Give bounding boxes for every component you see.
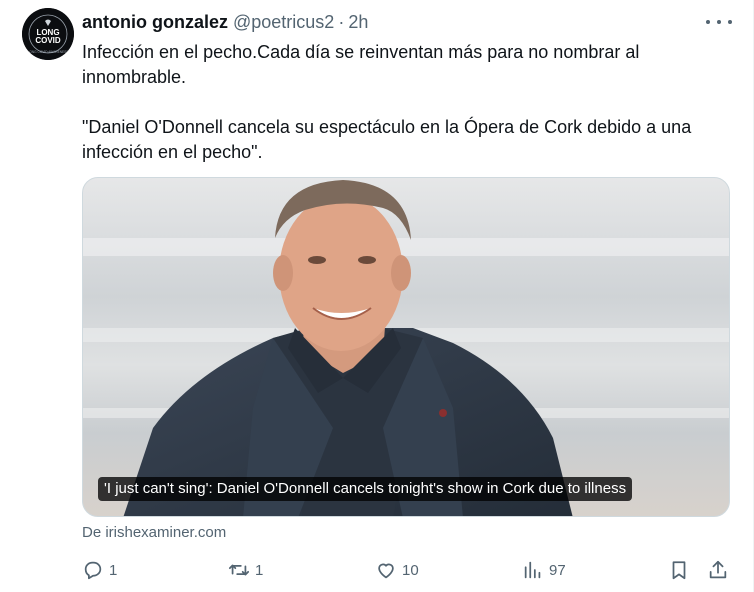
views-icon	[524, 561, 541, 579]
tweet[interactable]: LONG COVID LONG COVID AWARENESS antonio …	[0, 0, 754, 592]
avatar-text-2: COVID	[35, 36, 61, 45]
separator-dot: ·	[338, 11, 345, 32]
timestamp[interactable]: 2h	[348, 12, 368, 33]
retweet-button[interactable]: 1	[228, 556, 263, 584]
author-name[interactable]: antonio gonzalez	[82, 12, 228, 33]
action-bar: 1 1 10 97	[82, 556, 732, 584]
more-icon[interactable]	[706, 12, 732, 32]
card-image	[83, 178, 729, 516]
author-handle[interactable]: @poetricus2	[233, 12, 334, 33]
long-covid-logo: LONG COVID LONG COVID AWARENESS	[22, 8, 74, 60]
bookmark-icon	[672, 561, 686, 580]
tweet-header: antonio gonzalez @poetricus2 · 2h	[82, 10, 368, 34]
tweet-text: Infección en el pecho.Cada día se reinve…	[82, 40, 732, 165]
bookmark-button[interactable]	[668, 556, 690, 584]
reply-icon	[84, 561, 102, 580]
reply-count: 1	[109, 561, 118, 579]
retweet-count: 1	[255, 561, 264, 579]
link-card[interactable]: 'I just can't sing': Daniel O'Donnell ca…	[82, 177, 730, 517]
tweet-paragraph-1: Infección en el pecho.Cada día se reinve…	[82, 42, 640, 87]
tweet-paragraph-2: "Daniel O'Donnell cancela su espectáculo…	[82, 117, 692, 162]
like-button[interactable]: 10	[375, 556, 419, 584]
share-icon	[709, 560, 727, 579]
avatar-ring-text: LONG COVID AWARENESS	[28, 50, 69, 54]
share-button[interactable]	[707, 556, 729, 584]
retweet-icon	[228, 564, 250, 576]
card-source[interactable]: De irishexaminer.com	[82, 524, 226, 541]
reply-button[interactable]: 1	[82, 556, 117, 584]
views-count: 97	[549, 561, 566, 579]
card-headline: 'I just can't sing': Daniel O'Donnell ca…	[98, 477, 633, 501]
like-count: 10	[402, 561, 419, 579]
avatar[interactable]: LONG COVID LONG COVID AWARENESS	[22, 8, 74, 60]
views-button[interactable]: 97	[522, 556, 566, 584]
heart-icon	[378, 563, 394, 579]
